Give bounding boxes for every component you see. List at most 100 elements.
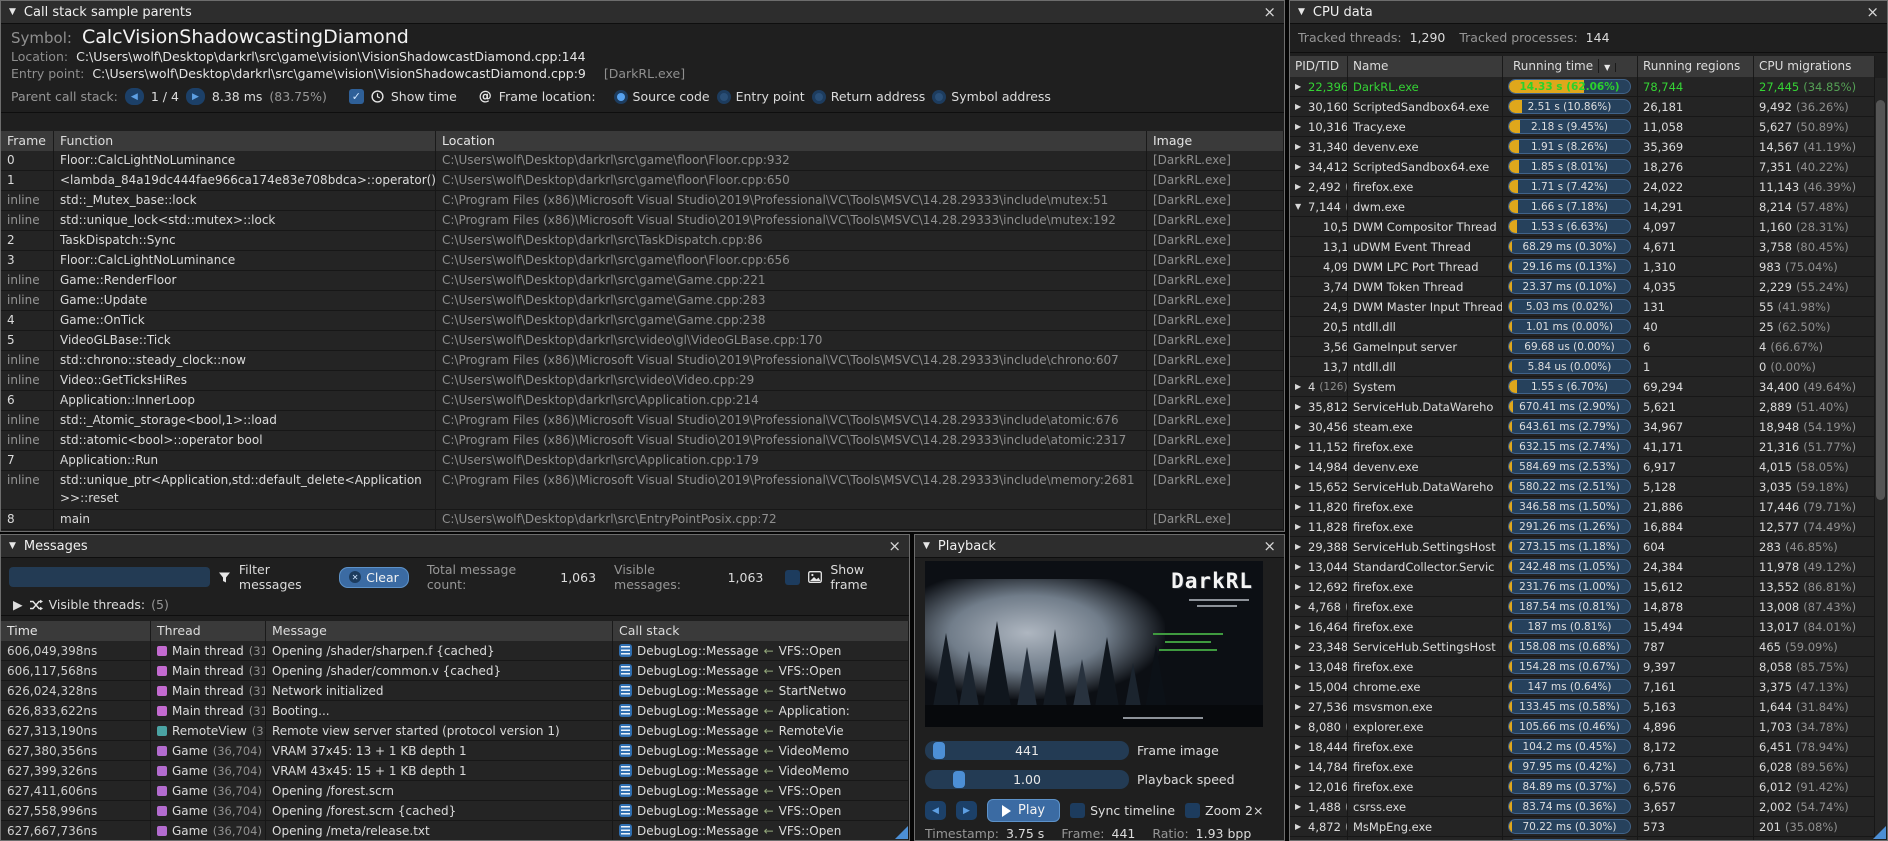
process-row[interactable]: ▶27,536(7)msvsmon.exe133.45 ms (0.58%)5,…	[1290, 697, 1875, 717]
callstack-row[interactable]: 8mainC:\Users\wolf\Desktop\darkrl\src\En…	[1, 510, 1284, 530]
process-row[interactable]: 3,564GameInput server69.68 us (0.00%)64(…	[1290, 337, 1875, 357]
play-button[interactable]: Play	[987, 799, 1060, 822]
resize-grip[interactable]	[1873, 826, 1886, 839]
prev-callstack-button[interactable]: ◀	[125, 88, 144, 105]
collapsed-icon[interactable]: ▶	[1295, 482, 1304, 491]
collapsed-icon[interactable]: ▶	[1295, 722, 1304, 731]
message-row[interactable]: 627,411,606nsGame(36,704)Opening /forest…	[1, 781, 909, 801]
callstack-row[interactable]: 0Floor::CalcLightNoLuminanceC:\Users\wol…	[1, 151, 1284, 171]
collapsed-icon[interactable]: ▶	[1295, 662, 1304, 671]
process-row[interactable]: ▶30,456(25)steam.exe643.61 ms (2.79%)34,…	[1290, 417, 1875, 437]
process-row[interactable]: ▶31,340(75)devenv.exe1.91 s (8.26%)35,36…	[1290, 137, 1875, 157]
process-row[interactable]: ▶13,048(7)firefox.exe154.28 ms (0.67%)9,…	[1290, 657, 1875, 677]
process-row[interactable]: 20,508ntdll.dll1.01 ms (0.00%)4025(62.50…	[1290, 317, 1875, 337]
process-row[interactable]: ▶14,984(50)devenv.exe584.69 ms (2.53%)6,…	[1290, 457, 1875, 477]
message-row[interactable]: 627,667,736nsGame(36,704)Opening /meta/r…	[1, 821, 909, 841]
process-row[interactable]: ▶12,016(2)firefox.exe84.89 ms (0.37%)6,5…	[1290, 777, 1875, 797]
frame-image-slider[interactable]: 441	[925, 741, 1129, 760]
next-frame-button[interactable]: ▶	[956, 801, 977, 820]
column-header-cpu-migrations[interactable]: CPU migrations	[1754, 56, 1875, 77]
collapsed-icon[interactable]: ▶	[1295, 502, 1304, 511]
process-row[interactable]: ▶8,080(20)explorer.exe105.66 ms (0.46%)4…	[1290, 717, 1875, 737]
message-row[interactable]: 627,380,356nsGame(36,704)VRAM 37x45: 13 …	[1, 741, 909, 761]
callstack-cell[interactable]: DebugLog::Message←VFS::Open	[613, 641, 909, 660]
callstack-row[interactable]: 3Floor::CalcLightNoLuminanceC:\Users\wol…	[1, 251, 1284, 271]
callstack-cell[interactable]: DebugLog::Message←StartNetwo	[613, 681, 909, 700]
callstack-row[interactable]: 7Application::RunC:\Users\wolf\Desktop\d…	[1, 451, 1284, 471]
message-row[interactable]: 626,833,622nsMain thread(31,596)Booting.…	[1, 701, 909, 721]
process-row[interactable]: ▶16,464(7)firefox.exe187 ms (0.81%)15,49…	[1290, 617, 1875, 637]
process-row[interactable]: ▶18,444(6)firefox.exe104.2 ms (0.45%)8,1…	[1290, 737, 1875, 757]
playback-speed-slider[interactable]: 1.00	[925, 770, 1129, 789]
message-row[interactable]: 627,399,326nsGame(36,704)VRAM 43x45: 15 …	[1, 761, 909, 781]
message-row[interactable]: 606,049,398nsMain thread(31,596)Opening …	[1, 641, 909, 661]
resize-grip[interactable]	[895, 826, 908, 839]
collapsed-icon[interactable]: ▶	[1295, 162, 1304, 171]
collapsed-icon[interactable]: ▶	[1295, 142, 1304, 151]
process-row[interactable]: 10,512DWM Compositor Thread1.53 s (6.63%…	[1290, 217, 1875, 237]
close-icon[interactable]: ×	[1263, 5, 1276, 20]
callstack-cell[interactable]: DebugLog::Message←VFS::Open	[613, 661, 909, 680]
column-header-running-time[interactable]: Running time▼	[1503, 56, 1638, 77]
process-row[interactable]: ▶35,812(88)ServiceHub.DataWareho670.41 m…	[1290, 397, 1875, 417]
callstack-cell[interactable]: DebugLog::Message←VFS::Open	[613, 781, 909, 800]
process-row[interactable]: 4,092DWM LPC Port Thread29.16 ms (0.13%)…	[1290, 257, 1875, 277]
process-row[interactable]: ▶13,044(10)StandardCollector.Servic242.4…	[1290, 557, 1875, 577]
process-row[interactable]: ▶2,492(7)firefox.exe1.71 s (7.42%)24,022…	[1290, 177, 1875, 197]
process-row[interactable]: ▶23,348(106)ServiceHub.SettingsHost158.0…	[1290, 637, 1875, 657]
collapsed-icon[interactable]: ▶	[1295, 622, 1304, 631]
collapse-icon[interactable]: ▼	[9, 7, 16, 17]
collapsed-icon[interactable]: ▶	[1295, 682, 1304, 691]
collapse-icon[interactable]: ▼	[1298, 7, 1305, 17]
zoom-2x-checkbox[interactable]: Zoom 2×	[1185, 803, 1263, 818]
message-row[interactable]: 627,313,190nsRemoteView(31,392)Remote vi…	[1, 721, 909, 741]
callstack-cell[interactable]: DebugLog::Message←VFS::Open	[613, 821, 909, 840]
column-header-running-regions[interactable]: Running regions	[1638, 56, 1754, 77]
callstack-row[interactable]: inlinestd::_Atomic_storage<bool,1>::load…	[1, 411, 1284, 431]
collapsed-icon[interactable]: ▶	[1295, 522, 1304, 531]
callstack-cell[interactable]: DebugLog::Message←Application:	[613, 701, 909, 720]
radio-entry-point[interactable]: Entry point	[717, 89, 805, 104]
process-row[interactable]: ▼7,144(8)dwm.exe1.66 s (7.18%)14,2918,21…	[1290, 197, 1875, 217]
callstack-row[interactable]: inlinestd::unique_lock<std::mutex>::lock…	[1, 211, 1284, 231]
process-row[interactable]: ▶22,396(49)DarkRL.exe14.33 s (62.06%)78,…	[1290, 77, 1875, 97]
show-frame-checkbox[interactable]	[785, 570, 800, 585]
clear-button[interactable]: ✕Clear	[339, 567, 409, 588]
collapsed-icon[interactable]: ▶	[1295, 422, 1304, 431]
cpu-scrollbar[interactable]	[1875, 78, 1886, 839]
next-callstack-button[interactable]: ▶	[186, 88, 205, 105]
radio-return-address[interactable]: Return address	[812, 89, 926, 104]
collapsed-icon[interactable]: ▶	[1295, 382, 1304, 391]
process-row[interactable]: ▶34,412(18)ScriptedSandbox64.exe1.85 s (…	[1290, 157, 1875, 177]
collapsed-icon[interactable]: ▶	[1295, 802, 1304, 811]
sync-timeline-checkbox[interactable]: Sync timeline	[1070, 803, 1175, 818]
process-row[interactable]: ▶11,828(6)firefox.exe291.26 ms (1.26%)16…	[1290, 517, 1875, 537]
message-row[interactable]: 606,117,568nsMain thread(31,596)Opening …	[1, 661, 909, 681]
callstack-cell[interactable]: DebugLog::Message←VFS::Open	[613, 801, 909, 820]
process-row[interactable]: 13,732ntdll.dll5.84 us (0.00%)10(0.00%)	[1290, 357, 1875, 377]
process-row[interactable]: ▶4,768(7)firefox.exe187.54 ms (0.81%)14,…	[1290, 597, 1875, 617]
close-icon[interactable]: ×	[888, 539, 901, 554]
show-time-checkbox[interactable]: ✓	[349, 89, 364, 104]
callstack-row[interactable]: inlinestd::_Mutex_base::lockC:\Program F…	[1, 191, 1284, 211]
collapsed-icon[interactable]: ▶	[1295, 82, 1304, 91]
radio-source-code[interactable]: Source code	[614, 89, 710, 104]
collapsed-icon[interactable]: ▶	[1295, 742, 1304, 751]
callstack-row[interactable]: 2TaskDispatch::SyncC:\Users\wolf\Desktop…	[1, 231, 1284, 251]
process-row[interactable]: ▶11,152(12)firefox.exe632.15 ms (2.74%)4…	[1290, 437, 1875, 457]
callstack-cell[interactable]: DebugLog::Message←VideoMemo	[613, 741, 909, 760]
process-row[interactable]: ▶27,696(17)Microsoft.ServiceHub.Co48.06 …	[1290, 837, 1875, 841]
visible-threads-expander[interactable]: ▶	[13, 597, 23, 612]
collapsed-icon[interactable]: ▶	[1295, 562, 1304, 571]
message-row[interactable]: 626,024,328nsMain thread(31,596)Network …	[1, 681, 909, 701]
process-row[interactable]: ▶1,488(10)csrss.exe83.74 ms (0.36%)3,657…	[1290, 797, 1875, 817]
process-row[interactable]: 3,748DWM Token Thread23.37 ms (0.10%)4,0…	[1290, 277, 1875, 297]
scrollbar-thumb[interactable]	[1876, 100, 1885, 500]
callstack-row[interactable]: 5VideoGLBase::TickC:\Users\wolf\Desktop\…	[1, 331, 1284, 351]
collapsed-icon[interactable]: ▶	[1295, 602, 1304, 611]
expanded-icon[interactable]: ▼	[1295, 202, 1304, 211]
process-row[interactable]: ▶4,872(9)MsMpEng.exe70.22 ms (0.30%)5732…	[1290, 817, 1875, 837]
collapsed-icon[interactable]: ▶	[1295, 782, 1304, 791]
prev-frame-button[interactable]: ◀	[925, 801, 946, 820]
callstack-row[interactable]: 6Application::InnerLoopC:\Users\wolf\Des…	[1, 391, 1284, 411]
